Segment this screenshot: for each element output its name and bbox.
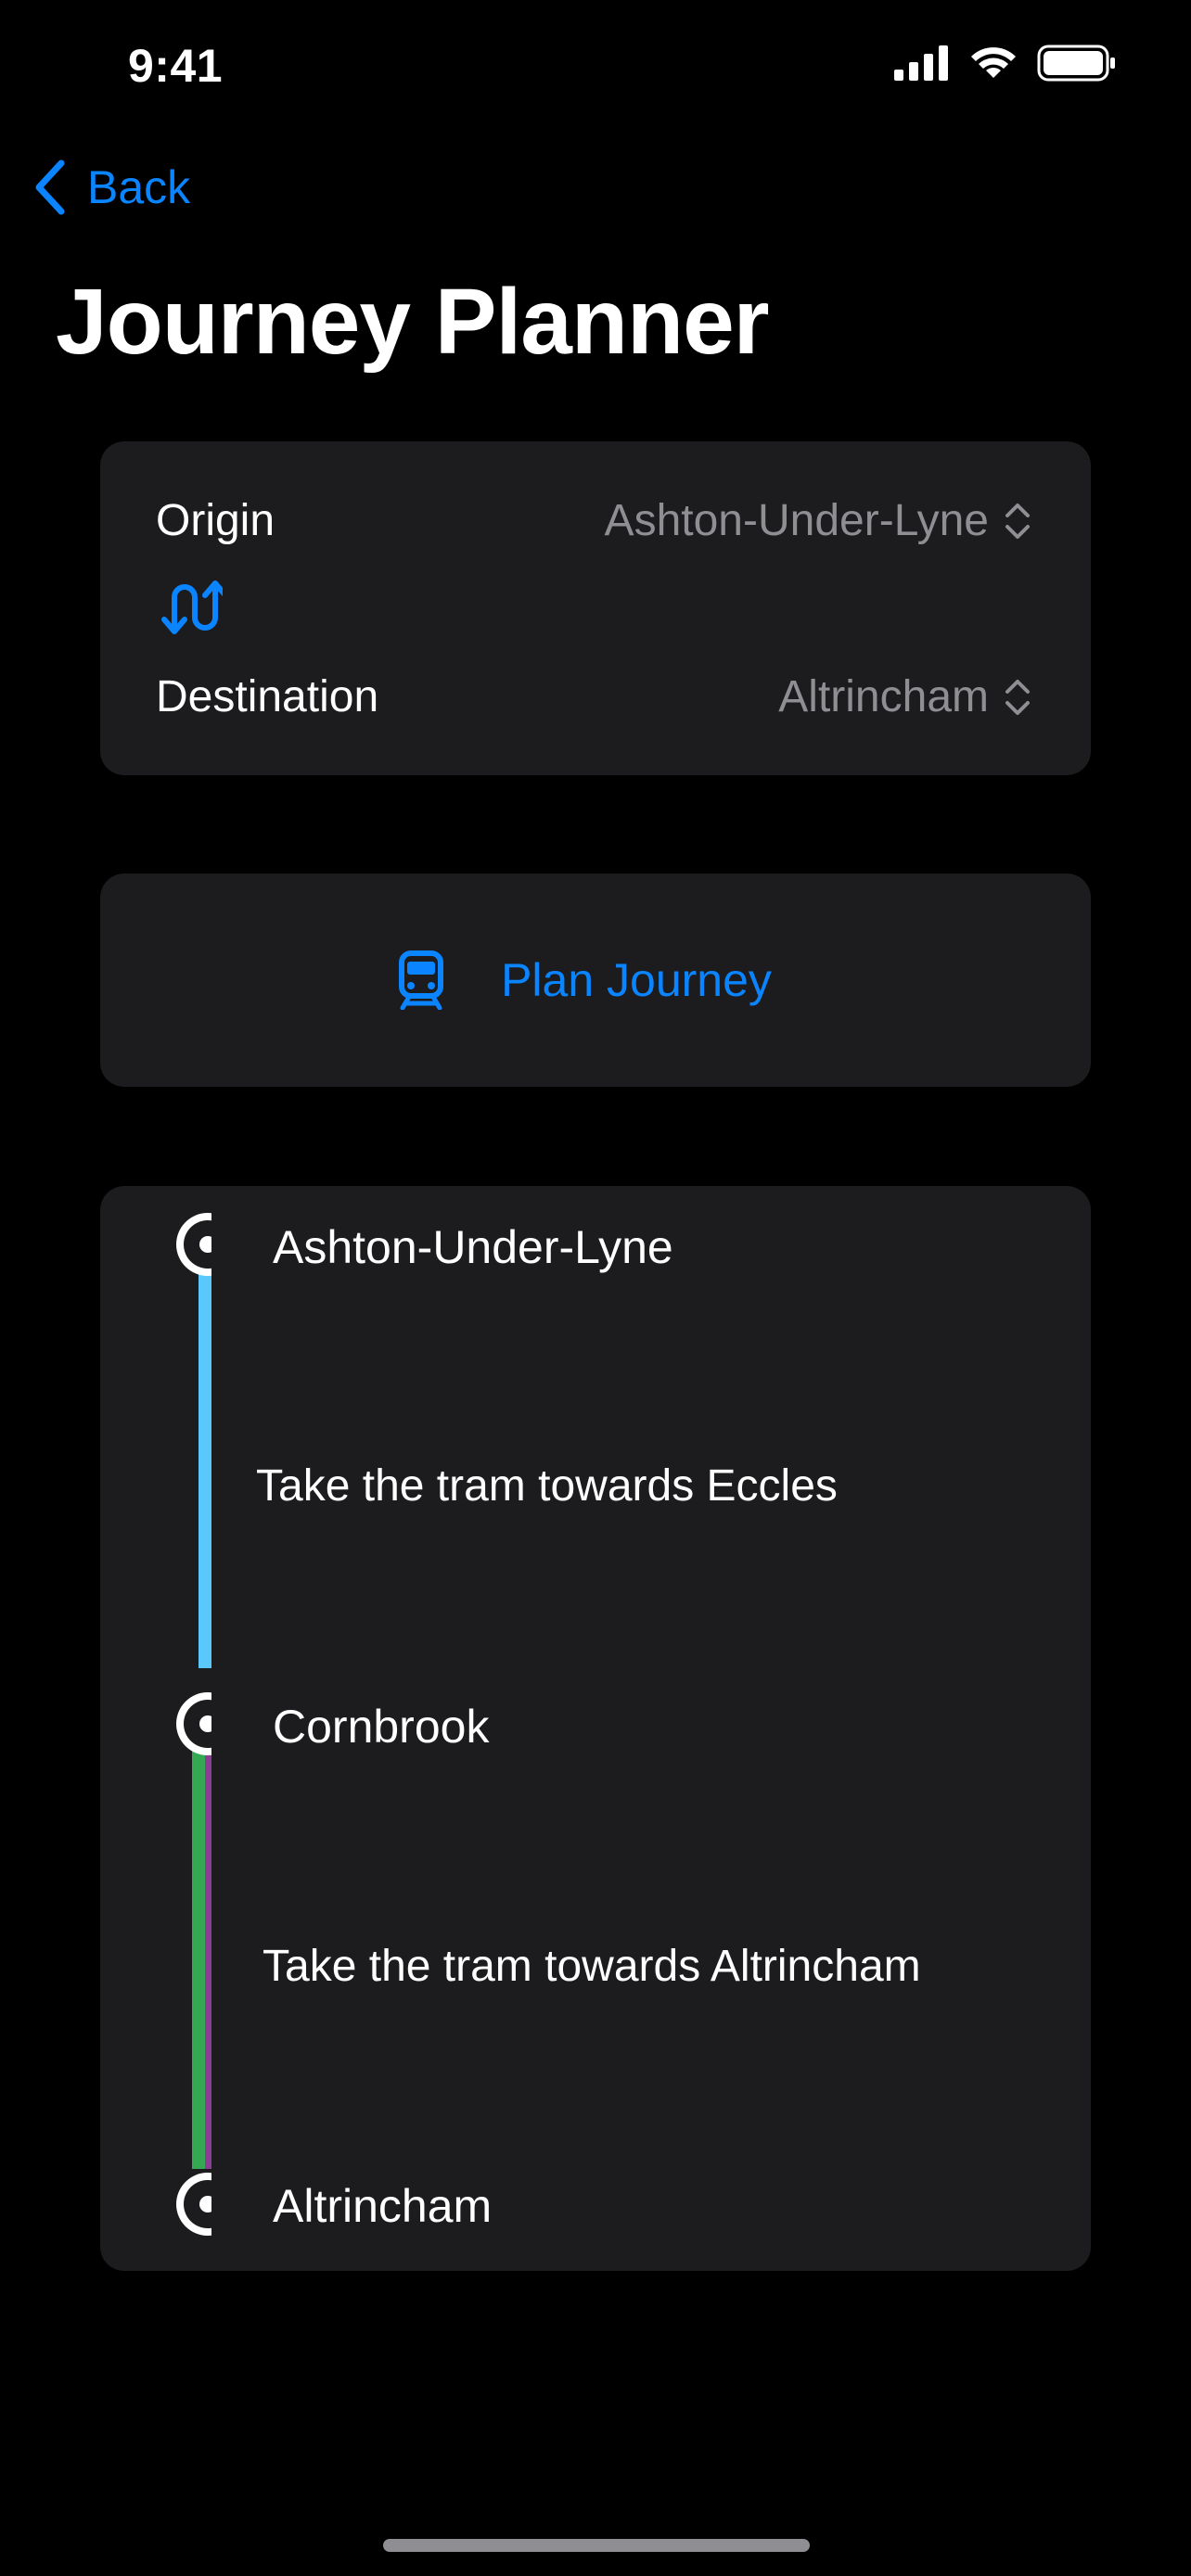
- origin-value: Ashton-Under-Lyne: [604, 496, 989, 545]
- origin-label: Origin: [156, 496, 275, 545]
- route-segment-altrincham-purple: [205, 1705, 211, 2169]
- stop-marker-icon: [176, 1213, 211, 1276]
- back-label: Back: [87, 161, 191, 213]
- back-button[interactable]: Back: [33, 159, 190, 215]
- origin-destination-card: Origin Ashton-Under-Lyne Destination Alt…: [100, 441, 1091, 775]
- stop-label-destination: Altrincham: [273, 2180, 493, 2232]
- tram-icon: [399, 950, 444, 1010]
- route-segment-altrincham-green: [192, 1705, 205, 2169]
- page-title: Journey Planner: [56, 270, 770, 374]
- destination-label: Destination: [156, 672, 379, 721]
- route-segment-eccles: [198, 1242, 211, 1668]
- chevron-left-icon: [35, 159, 65, 215]
- journey-result-card: Ashton-Under-Lyne Take the tram towards …: [100, 1186, 1091, 2271]
- status-icons: [894, 45, 1117, 82]
- battery-icon: [1037, 45, 1115, 82]
- plan-journey-button[interactable]: Plan Journey: [100, 874, 1091, 1087]
- home-indicator: [383, 2539, 810, 2552]
- chevron-up-down-icon: [1005, 679, 1030, 715]
- swap-arrows-icon: [161, 580, 228, 634]
- destination-picker[interactable]: Altrincham: [778, 671, 1031, 722]
- plan-journey-label: Plan Journey: [501, 954, 772, 1006]
- step-instruction: Take the tram towards Altrincham: [263, 1942, 921, 1991]
- stop-label-interchange: Cornbrook: [273, 1701, 490, 1753]
- chevron-up-down-icon: [1005, 503, 1030, 539]
- swap-button[interactable]: [160, 579, 228, 641]
- route-line: [176, 1213, 211, 2236]
- stop-label-origin: Ashton-Under-Lyne: [273, 1221, 673, 1273]
- origin-picker[interactable]: Ashton-Under-Lyne: [605, 495, 1031, 546]
- stop-marker-icon: [176, 1692, 211, 1755]
- step-instruction: Take the tram towards Eccles: [256, 1461, 838, 1511]
- stop-marker-icon: [176, 2173, 211, 2236]
- status-time: 9:41: [128, 40, 224, 92]
- wifi-icon: [971, 47, 1016, 78]
- cellular-signal-icon: [894, 45, 948, 81]
- destination-value: Altrincham: [778, 672, 989, 721]
